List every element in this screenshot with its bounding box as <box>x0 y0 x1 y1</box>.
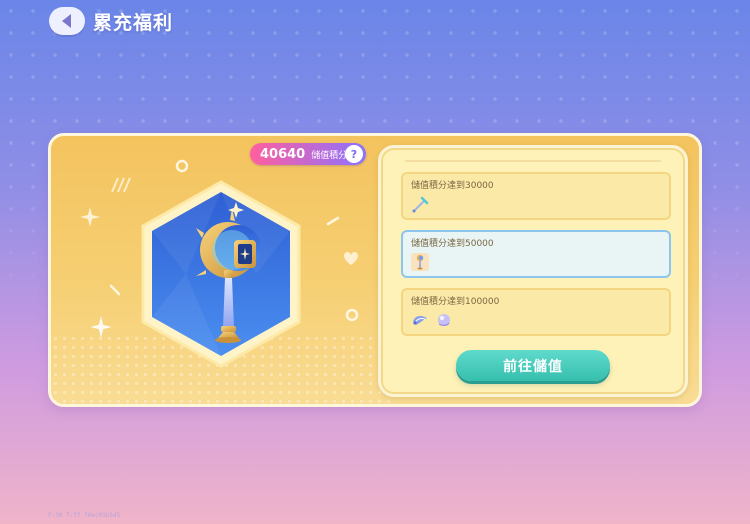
heart-icon <box>344 251 358 265</box>
tier-label: 儲值積分達到30000 <box>411 181 494 191</box>
back-button[interactable] <box>49 7 85 35</box>
debug-footer-text: F:30 T:ff f0ec03b5d5 <box>48 512 121 519</box>
wing-icon[interactable] <box>411 311 429 329</box>
tier-row-100000[interactable]: 儲值積分達到100000 <box>401 288 671 336</box>
tier-label: 儲值積分達到50000 <box>411 239 494 249</box>
score-badge: 40640 儲值積分 ? <box>250 143 366 165</box>
chevron-left-icon <box>61 14 71 28</box>
ring-icon <box>175 159 189 173</box>
page-title: 累充福利 <box>93 12 174 34</box>
ring-icon <box>345 308 359 322</box>
orb-icon[interactable] <box>435 311 453 329</box>
tier-label: 儲值積分達到100000 <box>411 297 500 307</box>
tier-row-50000[interactable]: 儲值積分達到50000 <box>401 230 671 278</box>
sparkle-star-icon <box>90 316 112 338</box>
wand-icon[interactable] <box>411 195 429 213</box>
dash-icon <box>326 216 340 226</box>
sparkle-star-icon <box>80 207 100 227</box>
dash-icon <box>109 284 121 296</box>
score-label: 儲值積分 <box>311 150 348 161</box>
scepter-icon[interactable] <box>411 253 429 271</box>
panel-divider <box>405 160 661 162</box>
featured-reward-frame <box>136 178 306 370</box>
tier-row-30000[interactable]: 儲值積分達到30000 <box>401 172 671 220</box>
help-icon[interactable]: ? <box>345 145 363 163</box>
score-value: 40640 <box>260 146 306 162</box>
featured-scepter-image <box>141 180 301 368</box>
go-recharge-button[interactable]: 前往儲值 <box>456 350 610 381</box>
slash-lines-icon <box>111 177 131 193</box>
